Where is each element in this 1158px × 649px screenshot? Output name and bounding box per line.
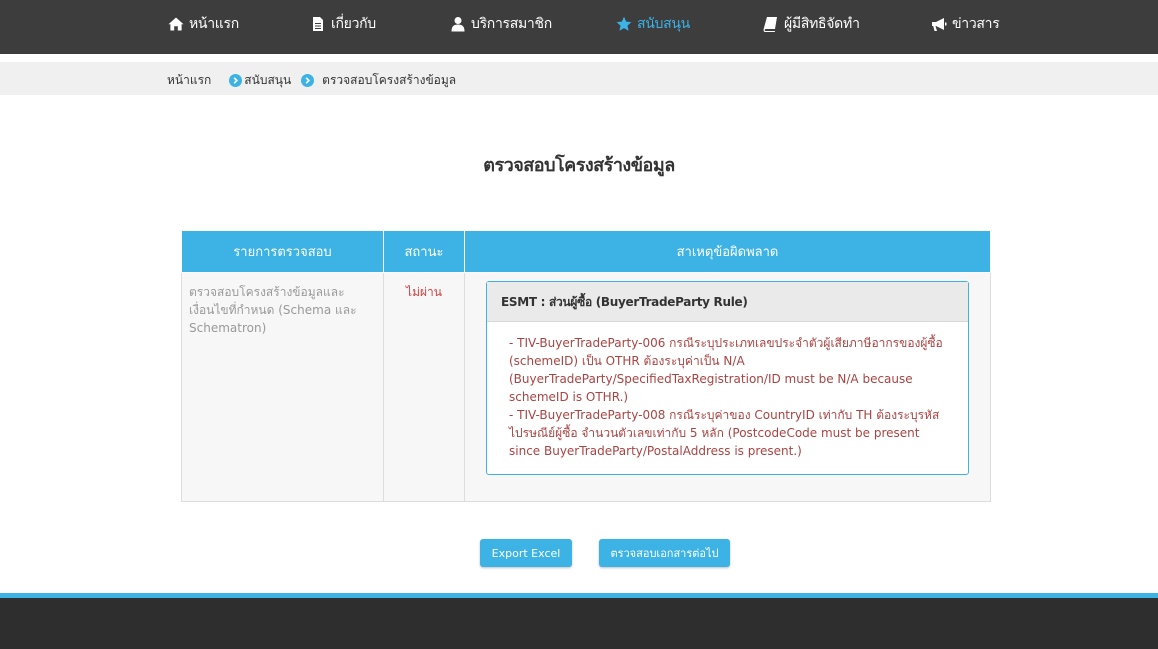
nav-item-about[interactable]: เกี่ยวกับ — [309, 13, 376, 35]
document-icon — [309, 15, 327, 33]
user-icon — [449, 15, 467, 33]
megaphone-icon — [930, 15, 948, 33]
header-error-cause: สาเหตุข้อผิดพลาด — [464, 230, 991, 273]
breadcrumb: หน้าแรก สนับสนุน ตรวจสอบโครงสร้างข้อมูล — [167, 71, 456, 90]
error-panel-body: - TIV-BuyerTradeParty-006 กรณีระบุประเภท… — [487, 322, 968, 474]
nav-item-label: เกี่ยวกับ — [331, 16, 376, 32]
breadcrumb-bar: หน้าแรก สนับสนุน ตรวจสอบโครงสร้างข้อมูล — [0, 62, 1158, 95]
breadcrumb-home[interactable]: หน้าแรก — [167, 71, 211, 90]
footer — [0, 598, 1158, 649]
chevron-right-icon — [229, 74, 243, 87]
error-message: - TIV-BuyerTradeParty-008 กรณีระบุค่าของ… — [509, 408, 940, 458]
error-cause-cell: ESMT : ส่วนผู้ซื้อ (BuyerTradeParty Rule… — [464, 272, 991, 502]
chevron-right-icon — [301, 74, 315, 87]
top-navigation: หน้าแรก เกี่ยวกับ บริการสมาชิก สนับสนุน … — [0, 0, 1158, 54]
error-panel-title: ESMT : ส่วนผู้ซื้อ (BuyerTradeParty Rule… — [487, 282, 968, 322]
header-check-item: รายการตรวจสอบ — [181, 230, 384, 273]
nav-item-member-services[interactable]: บริการสมาชิก — [449, 13, 552, 35]
nav-item-label: ข่าวสาร — [952, 16, 1000, 32]
nav-item-news[interactable]: ข่าวสาร — [930, 13, 1000, 35]
nav-item-support[interactable]: สนับสนุน — [615, 13, 690, 35]
error-message: - TIV-BuyerTradeParty-006 กรณีระบุประเภท… — [509, 336, 943, 404]
book-icon — [762, 15, 780, 33]
validation-result-table: รายการตรวจสอบ สถานะ สาเหตุข้อผิดพลาด ตรว… — [181, 230, 991, 502]
status-badge: ไม่ผ่าน — [383, 272, 465, 502]
nav-item-authorized[interactable]: ผู้มีสิทธิจัดทำ — [762, 13, 860, 35]
nav-item-label: บริการสมาชิก — [471, 16, 552, 32]
nav-divider — [0, 54, 1158, 62]
export-excel-button[interactable]: Export Excel — [480, 539, 572, 567]
nav-item-label: หน้าแรก — [189, 16, 239, 32]
breadcrumb-current: ตรวจสอบโครงสร้างข้อมูล — [322, 73, 457, 87]
check-next-document-button[interactable]: ตรวจสอบเอกสารต่อไป — [599, 539, 730, 567]
header-status: สถานะ — [383, 230, 465, 273]
home-icon — [167, 15, 185, 33]
table-header-row: รายการตรวจสอบ สถานะ สาเหตุข้อผิดพลาด — [181, 230, 991, 273]
star-icon — [615, 15, 633, 33]
breadcrumb-support[interactable]: สนับสนุน — [244, 71, 291, 90]
check-item-cell: ตรวจสอบโครงสร้างข้อมูลและเงื่อนไขที่กำหน… — [181, 272, 384, 502]
page-title: ตรวจสอบโครงสร้างข้อมูล — [483, 155, 675, 176]
nav-item-label: ผู้มีสิทธิจัดทำ — [784, 16, 860, 32]
table-row: ตรวจสอบโครงสร้างข้อมูลและเงื่อนไขที่กำหน… — [181, 272, 991, 502]
nav-item-home[interactable]: หน้าแรก — [167, 13, 239, 35]
error-panel: ESMT : ส่วนผู้ซื้อ (BuyerTradeParty Rule… — [486, 281, 969, 475]
nav-item-label: สนับสนุน — [637, 16, 690, 32]
